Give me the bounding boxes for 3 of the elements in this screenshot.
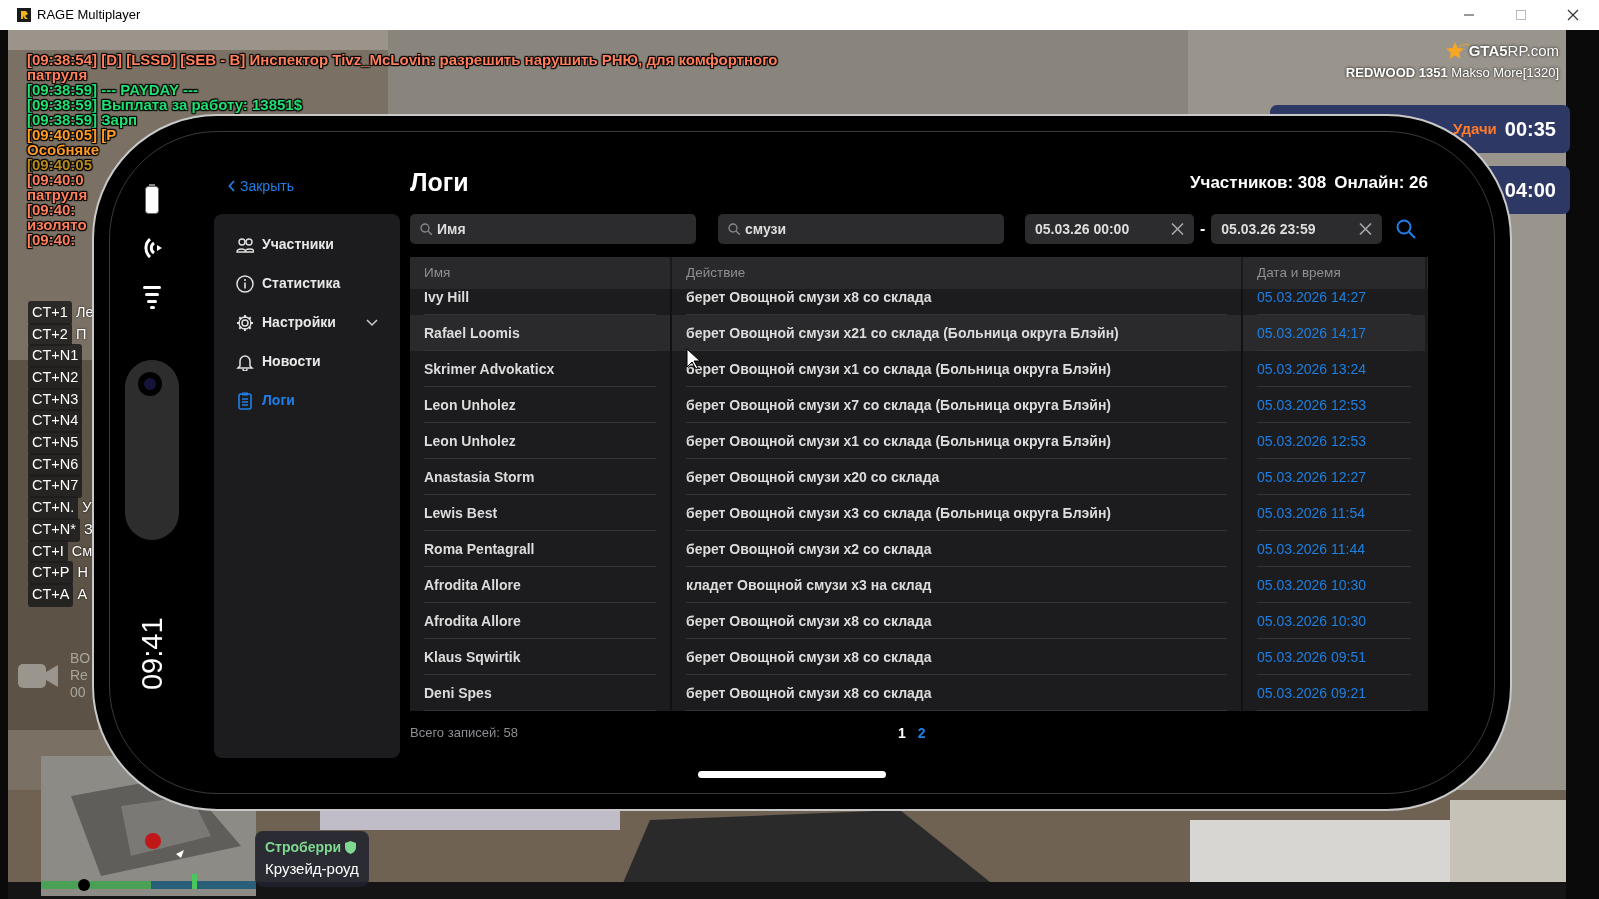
close-icon[interactable] (1565, 7, 1581, 23)
window-title: RAGE Multiplayer (37, 6, 141, 25)
app-logo-icon (17, 8, 31, 22)
